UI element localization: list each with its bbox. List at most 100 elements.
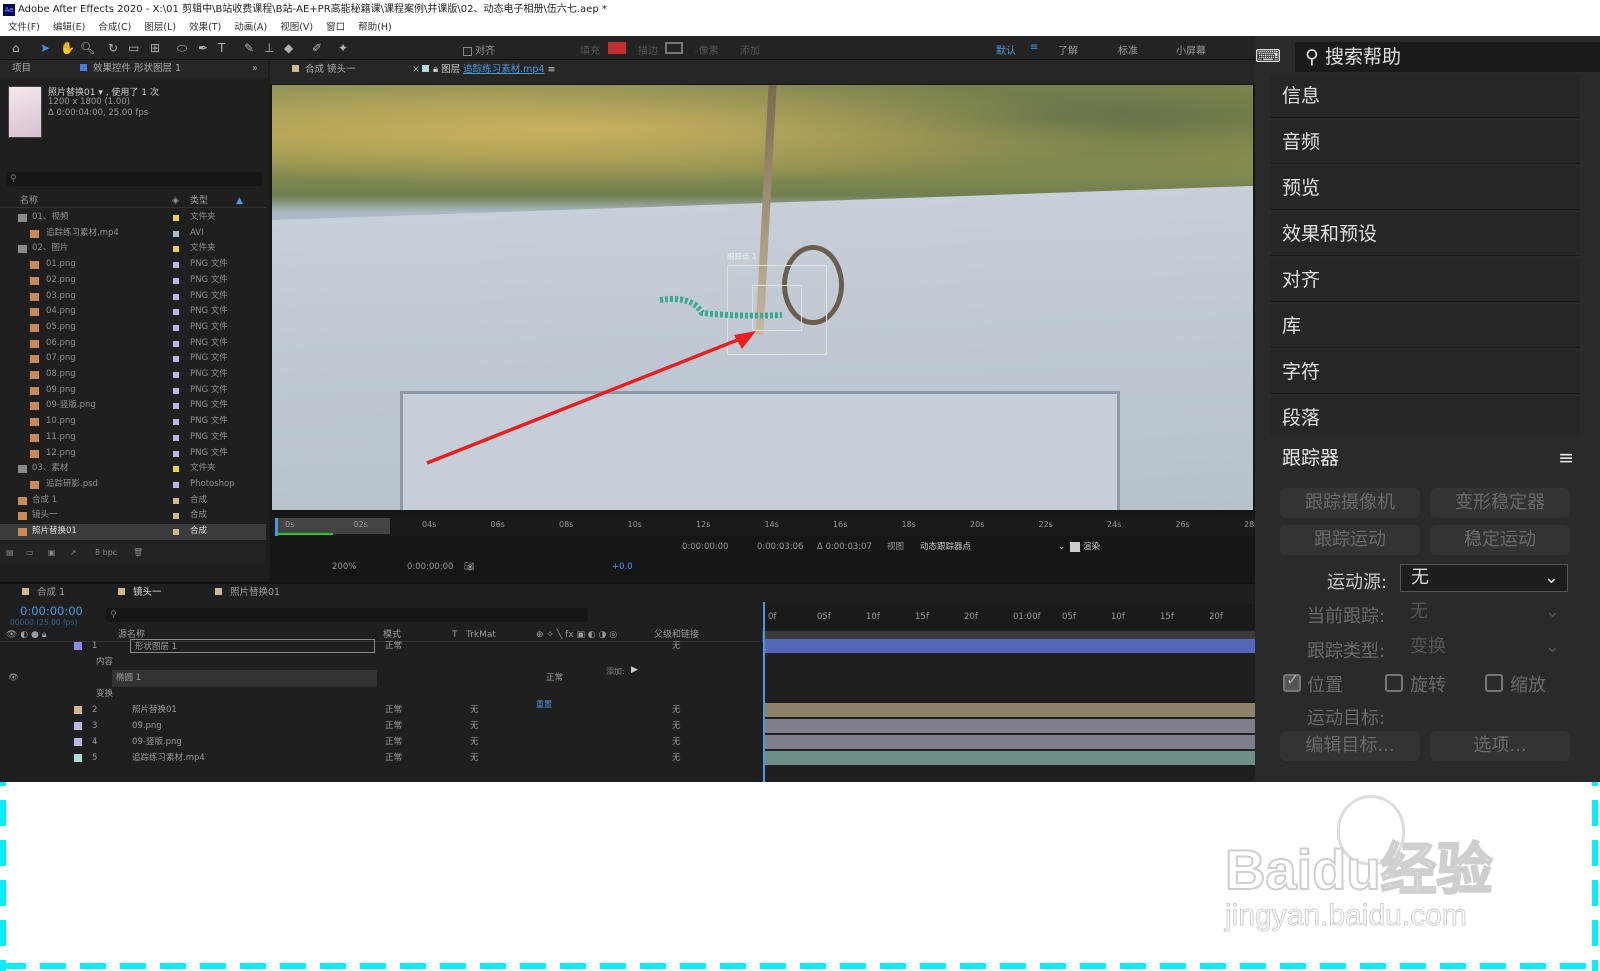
parent-dropdown[interactable]: 无 [672, 702, 681, 719]
trkmat-dropdown[interactable]: 无 [470, 702, 479, 719]
options-button[interactable]: 选项... [1430, 731, 1570, 761]
tab-layer-viewer[interactable]: 🔒︎ 图层 追踪练习素材.mp4 ≡ [422, 60, 555, 80]
fill-swatch[interactable] [608, 42, 626, 54]
trash-icon[interactable]: 🗑︎ [133, 544, 143, 562]
label-swatch[interactable] [173, 340, 179, 347]
label-swatch[interactable] [173, 387, 179, 394]
layer-label-swatch[interactable] [74, 706, 82, 714]
workspace-learn[interactable]: 了解 [1058, 42, 1078, 57]
project-item[interactable]: 01.png PNG 文件 [0, 257, 266, 273]
layer-name[interactable]: 内容 [96, 654, 113, 671]
help-search[interactable]: ⚲ 搜索帮助 [1295, 42, 1600, 72]
timeline-timecode[interactable]: 0:00:00:00 [20, 604, 83, 618]
column-type[interactable]: 类型 [190, 194, 208, 208]
interpret-icon[interactable]: ▤ [6, 544, 14, 562]
label-swatch[interactable] [173, 215, 179, 221]
layer-row[interactable]: 5 追踪练习素材.mp4 正常 无 无 [0, 750, 1255, 767]
panel-tab[interactable]: 效果和预设 [1270, 212, 1580, 256]
parent-dropdown[interactable]: 无 [672, 638, 681, 655]
trkmat-dropdown[interactable]: 无 [470, 750, 479, 767]
label-swatch[interactable] [173, 293, 179, 300]
align-checkbox[interactable]: 对齐 [463, 42, 495, 57]
parent-dropdown[interactable]: 无 [672, 718, 681, 735]
layer-name[interactable]: 09-竖版.png [132, 734, 182, 751]
mode-dropdown[interactable]: 正常 [385, 718, 402, 735]
label-swatch[interactable] [173, 372, 179, 378]
panel-tab[interactable]: 库 [1270, 304, 1580, 348]
trkmat-dropdown[interactable]: 无 [470, 718, 479, 735]
home-icon[interactable]: ⌂ [12, 41, 20, 55]
label-swatch[interactable] [173, 309, 179, 316]
menu-item[interactable]: 效果(T) [189, 22, 221, 33]
warp-stabilizer-button[interactable]: 变形稳定器 [1430, 488, 1570, 518]
layer-row[interactable]: 4 09-竖版.png 正常 无 无 [0, 734, 1255, 751]
mode-dropdown[interactable]: 正常 [385, 702, 402, 719]
project-item[interactable]: 04.png PNG 文件 [0, 304, 266, 320]
roto-tool-icon[interactable]: ✐ [312, 41, 322, 55]
selection-tool-icon[interactable]: ➤ [40, 41, 50, 55]
workspace-small[interactable]: 小屏幕 [1176, 42, 1206, 57]
current-time[interactable]: 0:00:00:00 [407, 558, 453, 576]
exposure-value[interactable]: +0.0 [612, 558, 633, 576]
menu-item[interactable]: 动画(A) [234, 22, 267, 33]
label-swatch[interactable] [173, 434, 179, 441]
zoom-tool-icon[interactable]: 🔍︎ [80, 41, 95, 55]
menu-item[interactable]: 编辑(E) [53, 22, 85, 33]
menu-item[interactable]: 帮助(H) [358, 22, 392, 33]
project-item[interactable]: 01、视频 文件夹 [0, 210, 266, 226]
stabilize-motion-button[interactable]: 稳定运动 [1430, 525, 1570, 555]
track-camera-button[interactable]: 跟踪摄像机 [1280, 488, 1420, 518]
layer-duration-bar[interactable] [765, 735, 1255, 749]
panel-tab[interactable]: 预览 [1270, 166, 1580, 210]
new-comp-icon[interactable]: ▣ [48, 544, 56, 562]
label-swatch[interactable] [173, 497, 179, 504]
mode-dropdown[interactable]: 正常 [385, 750, 402, 767]
close-tab-icon[interactable]: × [412, 60, 420, 80]
panel-menu-icon[interactable]: ⌨ [1255, 46, 1281, 67]
camera-tool-icon[interactable]: ▭ [128, 41, 139, 55]
project-item[interactable]: 追踪研影.psd Photoshop [0, 477, 266, 493]
label-swatch[interactable] [173, 466, 179, 473]
layer-name[interactable]: 变换 [96, 686, 113, 703]
pan-behind-icon[interactable]: ⊞ [150, 41, 160, 55]
tab-comp-viewer[interactable]: 合成 镜头一 [292, 60, 356, 80]
layer-label-swatch[interactable] [74, 642, 82, 650]
project-item[interactable]: 合成 1 合成 [0, 493, 266, 509]
parent-dropdown[interactable]: 无 [672, 750, 681, 767]
project-item[interactable]: 08.png PNG 文件 [0, 367, 266, 383]
render-checkbox[interactable]: 渲染 [1070, 538, 1100, 556]
project-item[interactable]: 镜头一 合成 [0, 508, 266, 524]
track-type-dropdown[interactable]: 变换 ⌄ [1400, 633, 1568, 661]
layer-duration-bar[interactable] [765, 751, 1255, 765]
project-item[interactable]: 03、素材 文件夹 [0, 461, 266, 477]
label-swatch[interactable] [173, 481, 179, 488]
stroke-swatch[interactable] [665, 42, 683, 54]
label-swatch[interactable] [173, 513, 179, 520]
label-swatch[interactable] [173, 230, 179, 237]
eye-icon[interactable]: 👁︎ [8, 670, 19, 687]
menu-item[interactable]: 图层(L) [144, 22, 176, 33]
label-swatch[interactable] [173, 277, 179, 284]
project-item[interactable]: 02.png PNG 文件 [0, 273, 266, 289]
brush-tool-icon[interactable]: ✎ [244, 41, 254, 55]
rotation-checkbox[interactable] [1385, 674, 1403, 692]
layer-name[interactable]: 照片替换01 [132, 702, 177, 719]
layer-row[interactable]: 1 形状图层 1 正常 无 [0, 638, 1255, 655]
label-swatch[interactable] [173, 356, 179, 363]
workspace-menu-icon[interactable]: ≡ [1030, 42, 1038, 53]
panel-tab[interactable]: 音频 [1270, 120, 1580, 164]
timeline-search-input[interactable]: ⚲ [106, 608, 588, 622]
zoom-dropdown[interactable]: 200% [332, 558, 356, 576]
workspace-default[interactable]: 默认 [996, 42, 1016, 57]
puppet-tool-icon[interactable]: ✦ [338, 41, 348, 55]
project-item[interactable]: 05.png PNG 文件 [0, 320, 266, 336]
bpc-label[interactable]: 8 bpc [95, 544, 117, 562]
project-item[interactable]: 照片替换01 合成 [0, 524, 266, 540]
label-swatch[interactable] [173, 324, 179, 331]
reset-link[interactable]: 重置 [536, 699, 552, 710]
layer-label-swatch[interactable] [74, 722, 82, 730]
trkmat-dropdown[interactable]: 无 [470, 734, 479, 751]
layer-label-swatch[interactable] [74, 738, 82, 746]
project-item[interactable]: 07.png PNG 文件 [0, 351, 266, 367]
pen-tool-icon[interactable]: ✒ [198, 41, 208, 55]
